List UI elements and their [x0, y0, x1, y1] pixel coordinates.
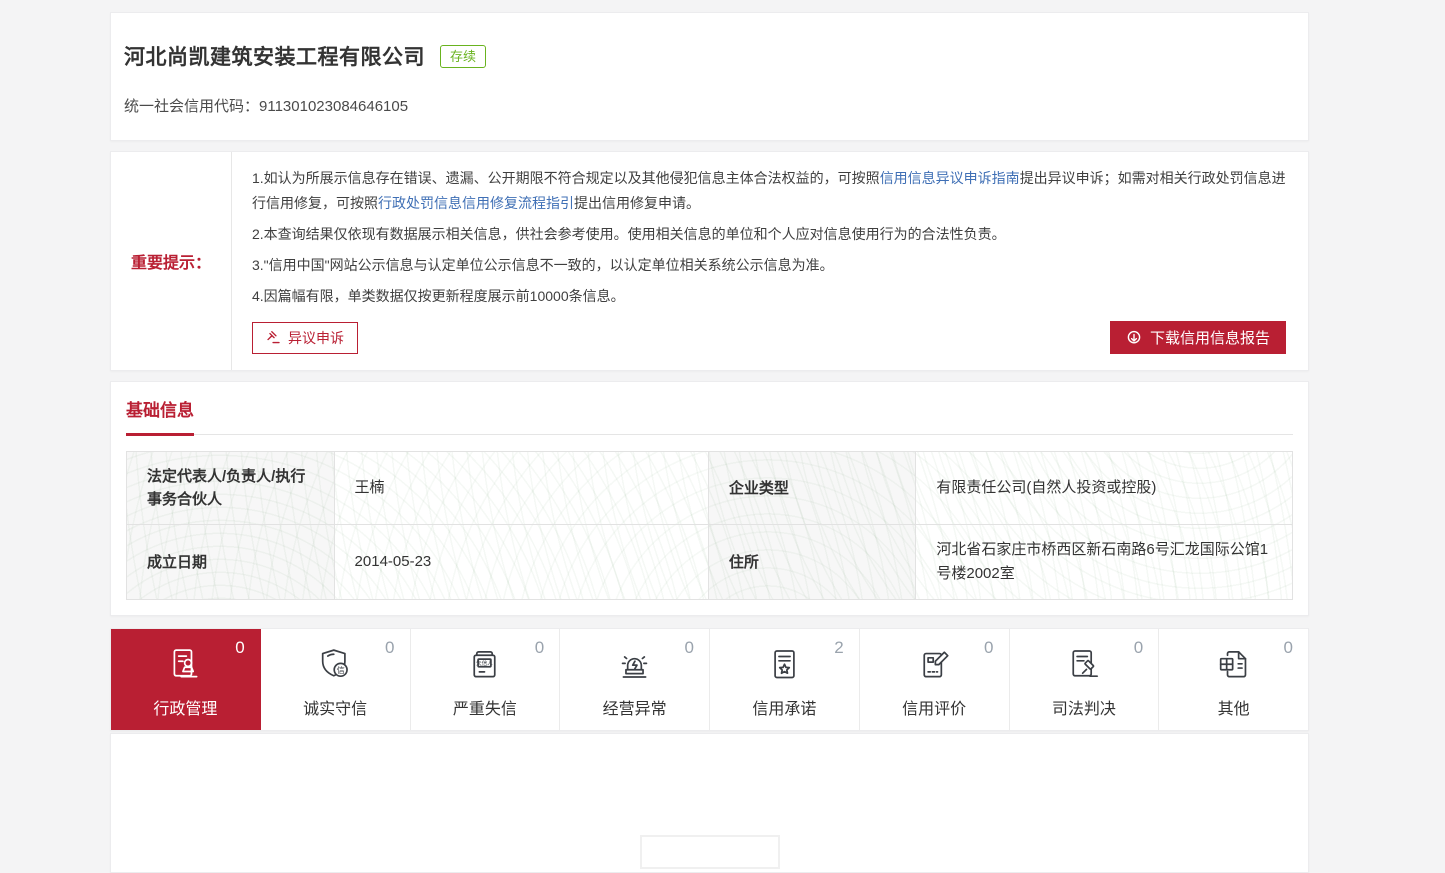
tab-count-badge: 0	[685, 638, 694, 658]
credit-code-value: 911301023084646105	[259, 98, 408, 115]
notice-point-2: 2.本查询结果仅依现有数据展示相关信息，供社会参考使用。使用相关信息的单位和个人…	[252, 222, 1286, 247]
tab-credit-commitment[interactable]: 2 信用承诺	[710, 629, 860, 730]
basic-info-card: 基础信息 法定代表人/负责人/执行事务合伙人 王楠 企业类型 有限责任公司(自然…	[110, 381, 1309, 616]
notice-body: 1.如认为所展示信息存在错误、遗漏、公开期限不符合规定以及其他侵犯信息主体合法权…	[231, 152, 1308, 370]
tab-label: 司法判决	[1052, 695, 1116, 719]
admin-stamp-icon	[165, 645, 206, 686]
table-row: 法定代表人/负责人/执行事务合伙人 王楠 企业类型 有限责任公司(自然人投资或控…	[127, 452, 1293, 525]
svg-text:信: 信	[336, 664, 344, 674]
notice-point-3: 3."信用中国"网站公示信息与认定单位公示信息不一致的，以认定单位相关系统公示信…	[252, 253, 1286, 278]
notice-actions-row: 异议申诉 下载信用信息报告	[252, 321, 1286, 354]
credit-repair-guide-link[interactable]: 行政处罚信息信用修复流程指引	[378, 195, 574, 211]
tab-count-badge: 0	[235, 638, 244, 658]
notice-title: 重要提示：	[111, 152, 231, 370]
tab-label: 诚实守信	[303, 695, 367, 719]
gavel-document-icon	[1063, 645, 1104, 686]
company-type-label: 企业类型	[708, 452, 916, 525]
download-report-button[interactable]: 下载信用信息报告	[1110, 321, 1286, 354]
tab-label: 严重失信	[453, 695, 517, 719]
tab-honest-trustworthy[interactable]: 0 信 诚实守信	[261, 629, 411, 730]
basic-info-title: 基础信息	[126, 396, 194, 434]
tab-judicial-judgment[interactable]: 0 司法判决	[1010, 629, 1160, 730]
svg-text:失信人: 失信人	[477, 658, 494, 666]
tab-count-badge: 0	[535, 638, 544, 658]
notice-point-1: 1.如认为所展示信息存在错误、遗漏、公开期限不符合规定以及其他侵犯信息主体合法权…	[252, 166, 1286, 216]
tab-count-badge: 2	[834, 638, 843, 658]
download-report-label: 下载信用信息报告	[1150, 327, 1270, 348]
tab-label: 经营异常	[603, 695, 667, 719]
gavel-icon	[266, 330, 281, 345]
basic-info-title-row: 基础信息	[126, 396, 1293, 435]
star-document-icon	[764, 645, 805, 686]
shield-integrity-icon: 信	[315, 645, 356, 686]
alarm-icon	[614, 645, 655, 686]
address-value: 河北省石家庄市桥西区新石南路6号汇龙国际公馆1号楼2002室	[916, 525, 1293, 600]
tab-label: 信用评价	[902, 695, 966, 719]
establish-date-value: 2014-05-23	[334, 525, 708, 600]
objection-appeal-label: 异议申诉	[288, 328, 344, 348]
tab-business-abnormal[interactable]: 0 经营异常	[560, 629, 710, 730]
credit-code-line: 统一社会信用代码：911301023084646105	[124, 95, 1288, 116]
tab-label: 信用承诺	[752, 695, 816, 719]
company-header-card: 河北尚凯建筑安装工程有限公司 存续 统一社会信用代码：9113010230846…	[110, 12, 1309, 141]
page-container: 河北尚凯建筑安装工程有限公司 存续 统一社会信用代码：9113010230846…	[110, 0, 1309, 873]
evaluation-edit-icon	[914, 645, 955, 686]
download-icon	[1126, 330, 1142, 346]
tab-count-badge: 0	[385, 638, 394, 658]
tab-admin-management[interactable]: 0 行政管理	[111, 629, 261, 730]
load-more-box[interactable]	[640, 835, 780, 869]
status-badge: 存续	[440, 45, 486, 68]
tab-serious-dishonesty[interactable]: 0 失信人 严重失信	[411, 629, 561, 730]
company-type-value: 有限责任公司(自然人投资或控股)	[916, 452, 1293, 525]
basic-info-table: 法定代表人/负责人/执行事务合伙人 王楠 企业类型 有限责任公司(自然人投资或控…	[126, 451, 1293, 600]
tab-credit-evaluation[interactable]: 0 信用评价	[860, 629, 1010, 730]
establish-date-label: 成立日期	[127, 525, 335, 600]
important-notice-card: 重要提示： 1.如认为所展示信息存在错误、遗漏、公开期限不符合规定以及其他侵犯信…	[110, 151, 1309, 371]
tab-count-badge: 0	[984, 638, 993, 658]
grid-document-icon	[1213, 645, 1254, 686]
tab-label: 行政管理	[153, 695, 217, 719]
notice-text-1a: 1.如认为所展示信息存在错误、遗漏、公开期限不符合规定以及其他侵犯信息主体合法权…	[252, 170, 880, 186]
appeal-guide-link[interactable]: 信用信息异议申诉指南	[880, 170, 1020, 186]
legal-representative-label: 法定代表人/负责人/执行事务合伙人	[127, 452, 335, 525]
objection-appeal-button[interactable]: 异议申诉	[252, 322, 358, 354]
table-row: 成立日期 2014-05-23 住所 河北省石家庄市桥西区新石南路6号汇龙国际公…	[127, 525, 1293, 600]
legal-representative-value: 王楠	[334, 452, 708, 525]
company-title-row: 河北尚凯建筑安装工程有限公司 存续	[124, 41, 1288, 71]
credit-code-label: 统一社会信用代码：	[124, 98, 259, 115]
tab-other[interactable]: 0 其他	[1159, 629, 1308, 730]
dishonest-list-icon: 失信人	[464, 645, 505, 686]
tab-content-panel	[110, 733, 1309, 873]
category-tabs: 0 行政管理 0 信	[110, 628, 1309, 731]
tab-count-badge: 0	[1134, 638, 1143, 658]
tab-count-badge: 0	[1284, 638, 1293, 658]
company-name: 河北尚凯建筑安装工程有限公司	[124, 41, 425, 71]
tab-label: 其他	[1218, 695, 1250, 719]
notice-point-4: 4.因篇幅有限，单类数据仅按更新程度展示前10000条信息。	[252, 284, 1286, 309]
address-label: 住所	[708, 525, 916, 600]
notice-text-1c: 提出信用修复申请。	[574, 195, 700, 211]
